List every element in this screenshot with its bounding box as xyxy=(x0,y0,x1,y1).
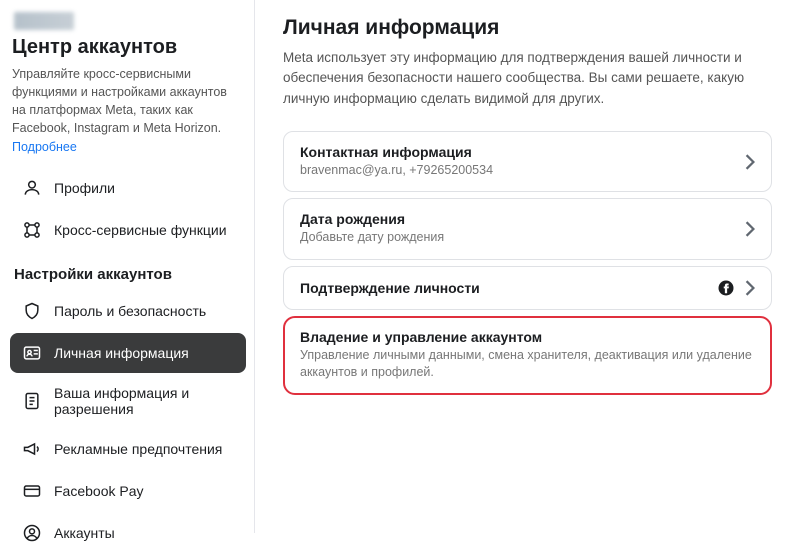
sidebar-item-label: Рекламные предпочтения xyxy=(54,441,222,457)
card-title: Контактная информация xyxy=(300,144,745,160)
chevron-right-icon xyxy=(745,221,755,237)
card-title: Владение и управление аккаунтом xyxy=(300,329,755,345)
card-icon xyxy=(22,481,42,501)
sidebar-item-label: Кросс-сервисные функции xyxy=(54,222,227,238)
main-content: Личная информация Meta использует эту ин… xyxy=(255,0,800,533)
card-subtitle: Добавьте дату рождения xyxy=(300,229,745,247)
sidebar-item-ad-prefs[interactable]: Рекламные предпочтения xyxy=(10,429,246,469)
sidebar-item-facebook-pay[interactable]: Facebook Pay xyxy=(10,471,246,511)
cross-icon xyxy=(22,220,42,240)
learn-more-link[interactable]: Подробнее xyxy=(12,140,77,154)
sidebar-item-security[interactable]: Пароль и безопасность xyxy=(10,291,246,331)
chevron-right-icon xyxy=(745,154,755,170)
card-account-ownership[interactable]: Владение и управление аккаунтом Управлен… xyxy=(283,316,772,395)
card-subtitle: Управление личными данными, смена хранит… xyxy=(300,347,755,382)
shield-icon xyxy=(22,301,42,321)
sidebar-item-your-info[interactable]: Ваша информация и разрешения xyxy=(10,375,246,427)
page-description: Meta использует эту информацию для подтв… xyxy=(283,48,753,109)
sidebar-item-label: Facebook Pay xyxy=(54,483,144,499)
sidebar-item-label: Личная информация xyxy=(54,345,189,361)
sidebar-description: Управляйте кросс-сервисными функциями и … xyxy=(12,65,242,156)
meta-logo xyxy=(14,12,74,30)
card-contact-info[interactable]: Контактная информация bravenmac@ya.ru, +… xyxy=(283,131,772,193)
sidebar-item-label: Пароль и безопасность xyxy=(54,303,206,319)
profile-icon xyxy=(22,178,42,198)
sidebar-item-label: Ваша информация и разрешения xyxy=(54,385,234,417)
card-identity-confirm[interactable]: Подтверждение личности xyxy=(283,266,772,310)
card-title: Дата рождения xyxy=(300,211,745,227)
settings-list: Контактная информация bravenmac@ya.ru, +… xyxy=(283,131,772,395)
id-icon xyxy=(22,343,42,363)
doc-icon xyxy=(22,391,42,411)
sidebar: Центр аккаунтов Управляйте кросс-сервисн… xyxy=(0,0,255,533)
card-title: Подтверждение личности xyxy=(300,280,717,296)
sidebar-title: Центр аккаунтов xyxy=(12,36,246,59)
sidebar-item-cross-service[interactable]: Кросс-сервисные функции xyxy=(10,210,246,250)
card-birthday[interactable]: Дата рождения Добавьте дату рождения xyxy=(283,198,772,260)
sidebar-item-personal-info[interactable]: Личная информация xyxy=(10,333,246,373)
sidebar-section-title: Настройки аккаунтов xyxy=(14,266,242,283)
facebook-icon xyxy=(717,279,735,297)
sidebar-item-label: Профили xyxy=(54,180,115,196)
chevron-right-icon xyxy=(745,280,755,296)
card-subtitle: bravenmac@ya.ru, +79265200534 xyxy=(300,162,745,180)
page-title: Личная информация xyxy=(283,16,772,40)
megaphone-icon xyxy=(22,439,42,459)
sidebar-item-profiles[interactable]: Профили xyxy=(10,168,246,208)
sidebar-description-text: Управляйте кросс-сервисными функциями и … xyxy=(12,67,227,135)
